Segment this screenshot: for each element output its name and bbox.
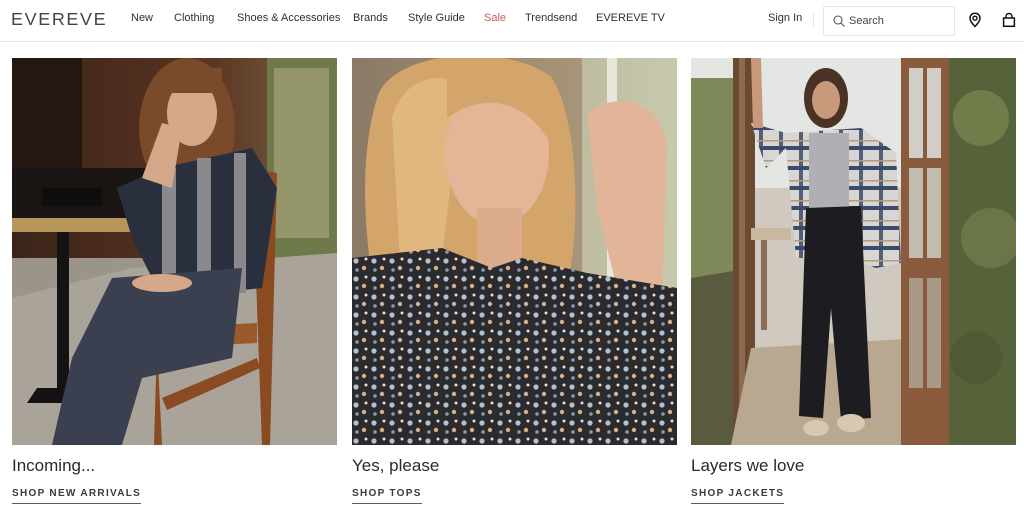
sign-in-link[interactable]: Sign In: [768, 12, 802, 24]
search-icon: [833, 15, 845, 27]
photo-woman-plaid-jacket: [691, 58, 1016, 445]
nav-item-brands[interactable]: Brands: [353, 12, 388, 24]
shop-jackets-link[interactable]: SHOP JACKETS: [691, 488, 785, 504]
promo-card-jackets: Layers we love SHOP JACKETS: [691, 58, 1016, 504]
nav-item-trendsend[interactable]: Trendsend: [525, 12, 577, 24]
location-pin-icon[interactable]: [967, 12, 983, 28]
search-input[interactable]: [849, 13, 949, 29]
promo-image-jackets[interactable]: [691, 58, 1016, 445]
nav-item-new[interactable]: New: [131, 12, 153, 24]
promo-title: Yes, please: [352, 456, 440, 475]
promo-image-tops[interactable]: [352, 58, 677, 445]
nav-item-shoes-accessories[interactable]: Shoes & Accessories: [237, 12, 340, 24]
shop-new-arrivals-link[interactable]: SHOP NEW ARRIVALS: [12, 488, 142, 504]
photo-woman-floral-blouse: [352, 58, 677, 445]
promo-title: Incoming...: [12, 456, 96, 475]
promo-card-tops: Yes, please SHOP TOPS: [352, 58, 677, 504]
nav-item-clothing[interactable]: Clothing: [174, 12, 214, 24]
logo[interactable]: EVEREVE: [11, 9, 107, 30]
promo-title: Layers we love: [691, 456, 805, 475]
shopping-bag-icon[interactable]: [1001, 12, 1017, 28]
nav-item-sale[interactable]: Sale: [484, 12, 506, 24]
photo-woman-striped-shirt: [12, 58, 337, 445]
nav-item-style-guide[interactable]: Style Guide: [408, 12, 465, 24]
site-header: EVEREVE New Clothing Shoes & Accessories…: [0, 0, 1024, 42]
promo-image-new-arrivals[interactable]: [12, 58, 337, 445]
shop-tops-link[interactable]: SHOP TOPS: [352, 488, 422, 504]
nav-item-evereve-tv[interactable]: EVEREVE TV: [596, 12, 665, 24]
promo-card-new-arrivals: Incoming... SHOP NEW ARRIVALS: [12, 58, 337, 504]
header-divider: [813, 13, 814, 27]
search-box[interactable]: [823, 6, 955, 36]
